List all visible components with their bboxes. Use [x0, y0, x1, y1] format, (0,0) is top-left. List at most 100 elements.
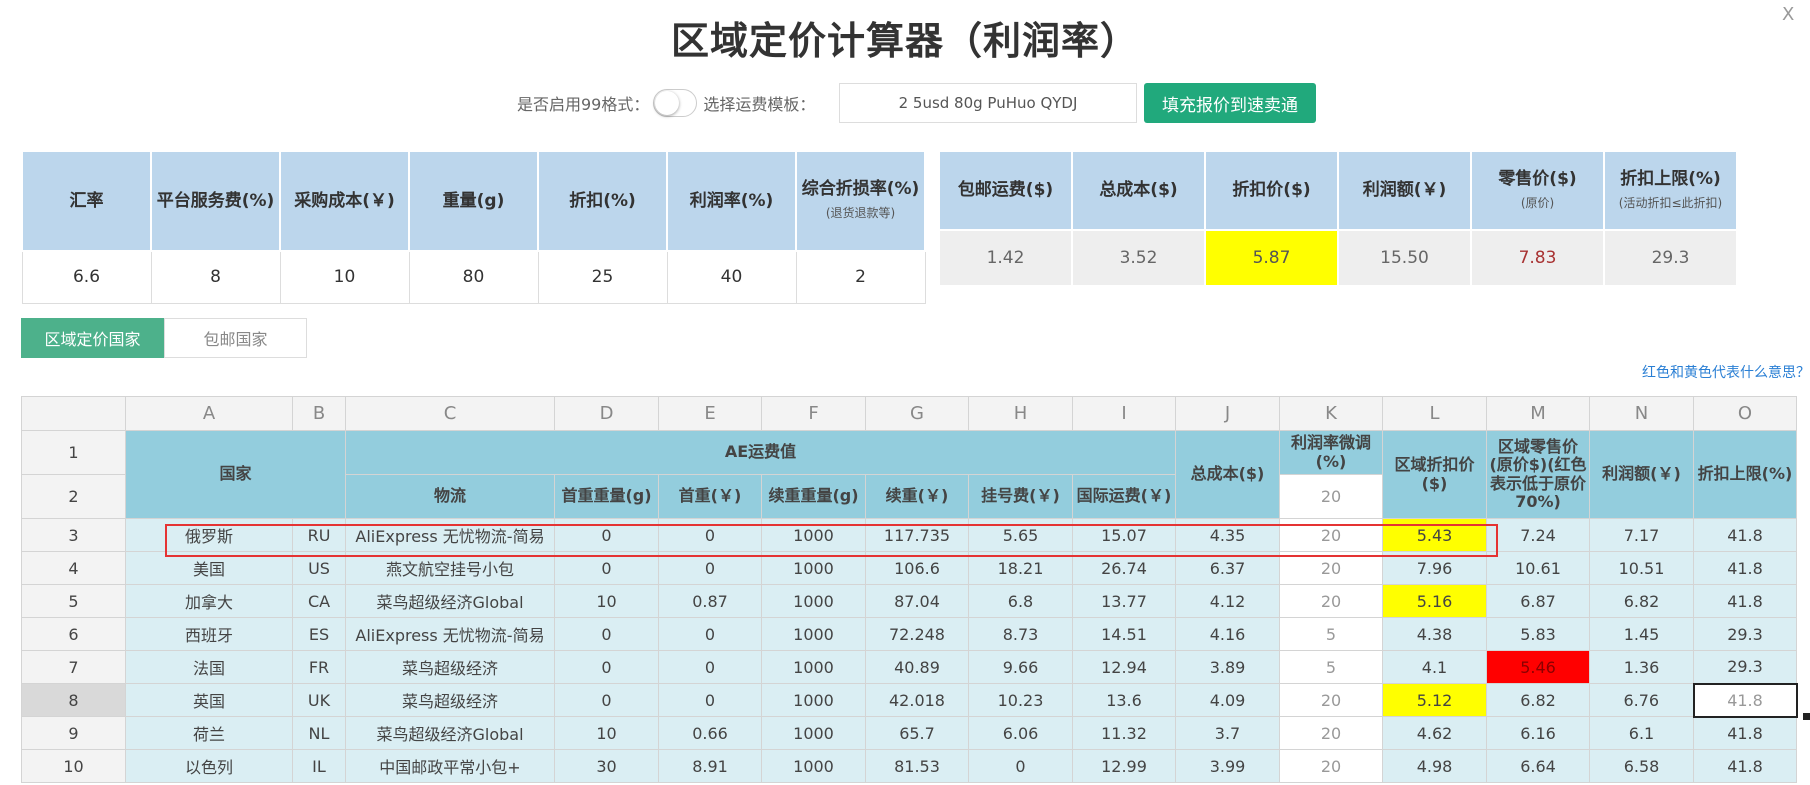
param-input-purchase-cost[interactable]: 10	[279, 250, 410, 304]
fill-handle[interactable]	[1803, 713, 1810, 720]
row-number[interactable]: 8	[21, 683, 126, 717]
cell-profit-adjust[interactable]: 20	[1279, 683, 1383, 717]
cell-code[interactable]: RU	[292, 518, 346, 552]
cell-region-discount[interactable]: 7.96	[1382, 551, 1487, 585]
cell-region-retail[interactable]: 5.46	[1486, 650, 1590, 684]
param-input-discount[interactable]: 25	[537, 250, 668, 304]
cell-total-cost[interactable]: 3.89	[1175, 650, 1280, 684]
cell-country[interactable]: 俄罗斯	[125, 518, 293, 552]
cell-discount-cap[interactable]: 29.3	[1693, 617, 1797, 651]
cell-first-fee[interactable]: 0	[658, 617, 762, 651]
cell-first-fee[interactable]: 0	[658, 518, 762, 552]
cell-reg-fee[interactable]: 8.73	[968, 617, 1073, 651]
cell-code[interactable]: IL	[292, 749, 346, 783]
cell-discount-cap[interactable]: 29.3	[1693, 650, 1797, 684]
col-header-H[interactable]: H	[968, 396, 1073, 431]
cell-first-weight[interactable]: 0	[554, 683, 659, 717]
cell-profit-amount[interactable]: 6.1	[1589, 716, 1694, 750]
col-header-M[interactable]: M	[1486, 396, 1590, 431]
cell-cont-fee[interactable]: 42.018	[865, 683, 969, 717]
cell-intl-fee[interactable]: 13.6	[1072, 683, 1176, 717]
cell-cont-fee[interactable]: 65.7	[865, 716, 969, 750]
cell-country[interactable]: 法国	[125, 650, 293, 684]
profit-adjust-input[interactable]: 20	[1279, 474, 1383, 519]
cell-intl-fee[interactable]: 26.74	[1072, 551, 1176, 585]
cell-reg-fee[interactable]: 5.65	[968, 518, 1073, 552]
cell-logistics[interactable]: 菜鸟超级经济	[345, 650, 555, 684]
cell-cont-fee[interactable]: 106.6	[865, 551, 969, 585]
help-link[interactable]: 红色和黄色代表什么意思？	[1642, 362, 1810, 382]
cell-total-cost[interactable]: 3.7	[1175, 716, 1280, 750]
cell-intl-fee[interactable]: 15.07	[1072, 518, 1176, 552]
cell-total-cost[interactable]: 6.37	[1175, 551, 1280, 585]
param-input-service-fee[interactable]: 8	[150, 250, 281, 304]
col-header-D[interactable]: D	[554, 396, 659, 431]
param-input-weight[interactable]: 80	[408, 250, 539, 304]
cell-region-discount[interactable]: 5.43	[1382, 518, 1487, 552]
cell-profit-amount[interactable]: 1.36	[1589, 650, 1694, 684]
tab-free-shipping[interactable]: 包邮国家	[164, 318, 307, 358]
cell-discount-cap[interactable]: 41.8	[1693, 518, 1797, 552]
cell-total-cost[interactable]: 4.35	[1175, 518, 1280, 552]
row-number[interactable]: 9	[21, 716, 126, 750]
col-header-A[interactable]: A	[125, 396, 293, 431]
cell-intl-fee[interactable]: 14.51	[1072, 617, 1176, 651]
cell-country[interactable]: 加拿大	[125, 584, 293, 618]
col-header-F[interactable]: F	[761, 396, 866, 431]
cell-cont-weight[interactable]: 1000	[761, 518, 866, 552]
cell-discount-cap[interactable]: 41.8	[1693, 551, 1797, 585]
cell-profit-adjust[interactable]: 20	[1279, 749, 1383, 783]
cell-profit-adjust[interactable]: 20	[1279, 716, 1383, 750]
corner-cell[interactable]	[21, 396, 126, 431]
col-header-O[interactable]: O	[1693, 396, 1797, 431]
cell-region-discount[interactable]: 5.16	[1382, 584, 1487, 618]
cell-total-cost[interactable]: 4.16	[1175, 617, 1280, 651]
cell-reg-fee[interactable]: 10.23	[968, 683, 1073, 717]
row-number[interactable]: 1	[21, 430, 126, 475]
cell-profit-adjust[interactable]: 20	[1279, 518, 1383, 552]
cell-region-discount[interactable]: 4.38	[1382, 617, 1487, 651]
cell-country[interactable]: 西班牙	[125, 617, 293, 651]
col-header-J[interactable]: J	[1175, 396, 1280, 431]
cell-profit-adjust[interactable]: 20	[1279, 551, 1383, 585]
cell-first-weight[interactable]: 10	[554, 716, 659, 750]
cell-intl-fee[interactable]: 13.77	[1072, 584, 1176, 618]
param-input-profit-rate[interactable]: 40	[666, 250, 797, 304]
col-header-K[interactable]: K	[1279, 396, 1383, 431]
cell-cont-weight[interactable]: 1000	[761, 683, 866, 717]
cell-region-discount[interactable]: 4.1	[1382, 650, 1487, 684]
cell-logistics[interactable]: 中国邮政平常小包+	[345, 749, 555, 783]
cell-country[interactable]: 美国	[125, 551, 293, 585]
cell-region-discount[interactable]: 5.12	[1382, 683, 1487, 717]
cell-profit-amount[interactable]: 6.76	[1589, 683, 1694, 717]
col-header-E[interactable]: E	[658, 396, 762, 431]
cell-cont-fee[interactable]: 81.53	[865, 749, 969, 783]
cell-region-retail[interactable]: 6.16	[1486, 716, 1590, 750]
cell-logistics[interactable]: 菜鸟超级经济Global	[345, 716, 555, 750]
cell-logistics[interactable]: AliExpress 无忧物流-简易	[345, 617, 555, 651]
cell-reg-fee[interactable]: 0	[968, 749, 1073, 783]
cell-intl-fee[interactable]: 12.99	[1072, 749, 1176, 783]
cell-cont-fee[interactable]: 40.89	[865, 650, 969, 684]
cell-profit-amount[interactable]: 6.58	[1589, 749, 1694, 783]
cell-region-retail[interactable]: 7.24	[1486, 518, 1590, 552]
cell-country[interactable]: 以色列	[125, 749, 293, 783]
row-number[interactable]: 2	[21, 474, 126, 519]
cell-profit-amount[interactable]: 10.51	[1589, 551, 1694, 585]
row-number[interactable]: 7	[21, 650, 126, 684]
cell-first-weight[interactable]: 0	[554, 617, 659, 651]
cell-first-weight[interactable]: 30	[554, 749, 659, 783]
col-header-B[interactable]: B	[292, 396, 346, 431]
cell-profit-adjust[interactable]: 5	[1279, 617, 1383, 651]
cell-reg-fee[interactable]: 9.66	[968, 650, 1073, 684]
cell-total-cost[interactable]: 4.09	[1175, 683, 1280, 717]
cell-profit-adjust[interactable]: 20	[1279, 584, 1383, 618]
row-number[interactable]: 3	[21, 518, 126, 552]
cell-cont-weight[interactable]: 1000	[761, 617, 866, 651]
cell-logistics[interactable]: 燕文航空挂号小包	[345, 551, 555, 585]
param-input-loss-rate[interactable]: 2	[795, 250, 926, 304]
cell-reg-fee[interactable]: 6.8	[968, 584, 1073, 618]
template-select[interactable]: 2 5usd 80g PuHuo QYDJ	[839, 83, 1137, 123]
cell-cont-weight[interactable]: 1000	[761, 650, 866, 684]
cell-discount-cap[interactable]: 41.8	[1693, 584, 1797, 618]
